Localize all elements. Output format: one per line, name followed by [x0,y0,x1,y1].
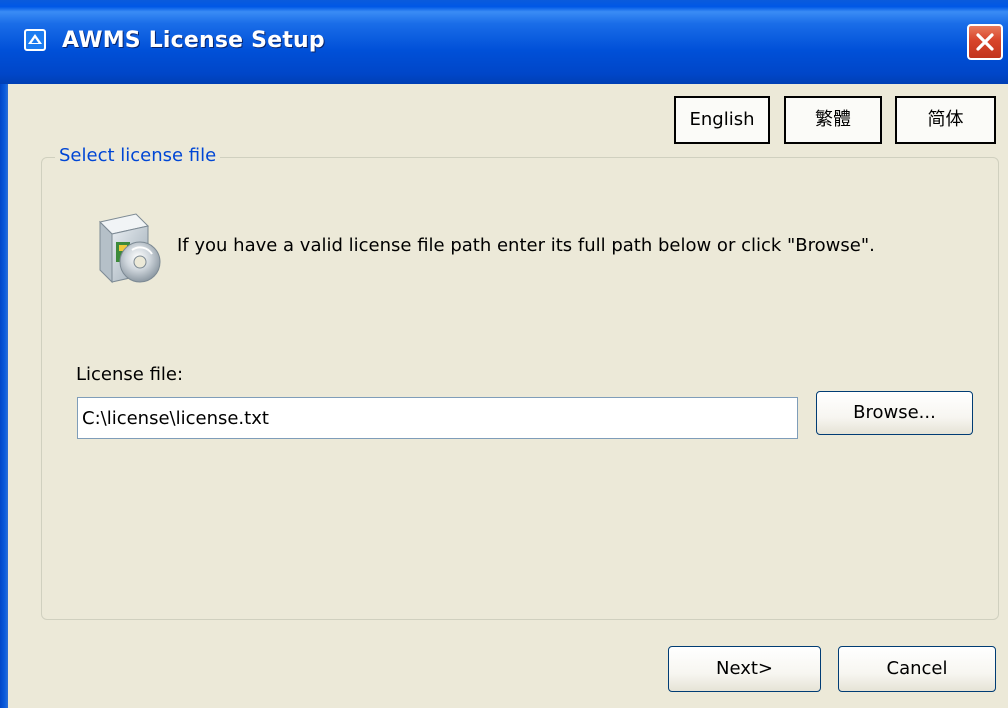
license-file-label: License file: [76,364,184,385]
window-frame-left [0,84,8,708]
next-button[interactable]: Next> [668,646,821,692]
group-legend: Select license file [55,145,221,166]
close-icon [976,33,994,51]
license-setup-window: AWMS License Setup English 繁體 简体 Select … [0,0,1008,708]
window-title: AWMS License Setup [62,28,325,53]
close-button[interactable] [967,24,1003,60]
title-bar[interactable]: AWMS License Setup [0,0,1008,84]
software-disc-icon [99,213,161,284]
language-simplified-chinese-button[interactable]: 简体 [895,96,996,144]
license-file-path-input[interactable] [77,397,798,439]
awms-app-icon [24,29,46,51]
language-english-button[interactable]: English [674,96,770,144]
browse-button[interactable]: Browse... [816,391,973,435]
language-traditional-chinese-button[interactable]: 繁體 [784,96,882,144]
cancel-button[interactable]: Cancel [838,646,996,692]
instruction-text: If you have a valid license file path en… [177,235,875,256]
license-file-group [41,157,999,620]
